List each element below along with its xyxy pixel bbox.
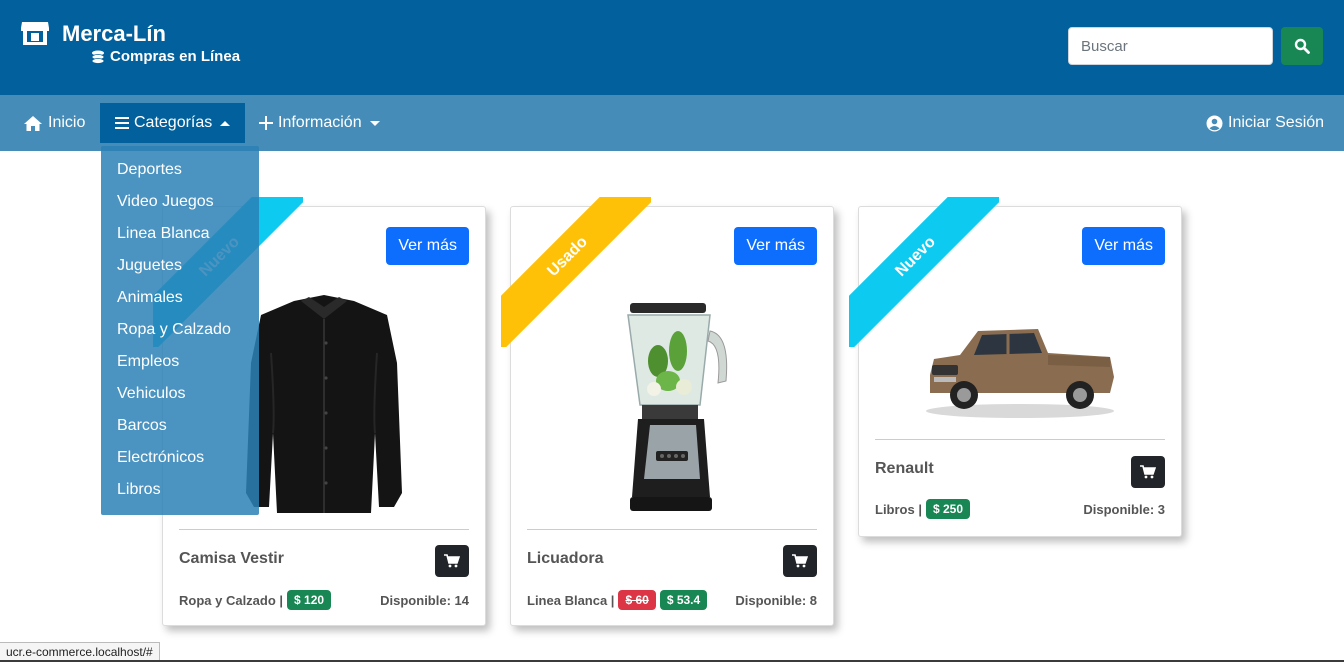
bars-icon xyxy=(115,117,129,129)
availability: Disponible: 3 xyxy=(1083,502,1165,517)
product-name: Licuadora xyxy=(527,550,604,567)
product-image[interactable] xyxy=(511,301,833,515)
nav-inicio[interactable]: Inicio xyxy=(23,103,85,143)
nav-inicio-label: Inicio xyxy=(48,114,86,131)
nav-login[interactable]: Iniciar Sesión xyxy=(1206,103,1324,143)
card-divider xyxy=(179,529,469,530)
store-icon xyxy=(21,22,49,45)
brand-title: Merca-Lín xyxy=(62,21,166,46)
search-icon xyxy=(1294,38,1310,54)
product-name: Renault xyxy=(875,460,934,477)
caret-up-icon xyxy=(220,120,231,126)
add-to-cart-button[interactable] xyxy=(783,545,817,577)
ver-mas-button[interactable]: Ver más xyxy=(734,227,817,265)
card-divider xyxy=(527,529,817,530)
dropdown-item-libros[interactable]: Libros xyxy=(101,474,259,506)
brand-logo[interactable]: Merca-Lín Compras en Línea xyxy=(20,20,240,65)
nav-login-label: Iniciar Sesión xyxy=(1228,114,1325,131)
price-badge: $ 53.4 xyxy=(659,590,708,610)
dropdown-item-barcos[interactable]: Barcos xyxy=(101,410,259,442)
nav-informacion-label: Información xyxy=(278,114,362,131)
price-badge: $ 250 xyxy=(925,499,971,519)
dropdown-item-linea-blanca[interactable]: Linea Blanca xyxy=(101,218,259,250)
ver-mas-button[interactable]: Ver más xyxy=(386,227,469,265)
product-meta: Ropa y Calzado | $ 120 xyxy=(179,590,332,610)
nav-categorias-label: Categorías xyxy=(134,114,213,131)
search-button[interactable] xyxy=(1281,27,1323,65)
cart-icon xyxy=(444,554,460,568)
nav-informacion[interactable]: Información xyxy=(259,103,380,143)
plus-icon xyxy=(259,116,273,130)
dropdown-item-animales[interactable]: Animales xyxy=(101,282,259,314)
card-divider xyxy=(875,439,1165,440)
caret-down-icon xyxy=(369,120,380,126)
shirt-image xyxy=(246,295,402,513)
dropdown-item-electronicos[interactable]: Electrónicos xyxy=(101,442,259,474)
product-category: Linea Blanca | xyxy=(527,592,615,608)
nav-categorias[interactable]: Categorías xyxy=(100,103,246,143)
home-icon xyxy=(24,115,42,131)
coins-icon xyxy=(91,50,105,64)
product-card: Nuevo Ver más Renault Libros | $ 250 Dis… xyxy=(849,197,1182,537)
dropdown-item-video-juegos[interactable]: Video Juegos xyxy=(101,186,259,218)
dropdown-item-juguetes[interactable]: Juguetes xyxy=(101,250,259,282)
truck-image xyxy=(926,329,1114,418)
dropdown-item-deportes[interactable]: Deportes xyxy=(101,154,259,186)
categories-dropdown: Deportes Video Juegos Linea Blanca Jugue… xyxy=(101,146,259,515)
brand-subtitle-text: Compras en Línea xyxy=(110,48,241,65)
search-input[interactable] xyxy=(1068,27,1273,65)
product-name: Camisa Vestir xyxy=(179,550,284,567)
old-price-badge: $ 60 xyxy=(618,590,656,610)
availability: Disponible: 14 xyxy=(380,593,469,608)
product-meta: Libros | $ 250 xyxy=(875,499,971,519)
product-category: Ropa y Calzado | xyxy=(179,592,284,608)
dropdown-item-ropa-y-calzado[interactable]: Ropa y Calzado xyxy=(101,314,259,346)
add-to-cart-button[interactable] xyxy=(1131,456,1165,488)
site-header: Merca-Lín Compras en Línea xyxy=(0,0,1344,95)
cart-icon xyxy=(792,554,808,568)
ver-mas-button[interactable]: Ver más xyxy=(1082,227,1165,265)
product-card: Usado Ver más Licuadora Linea Blanca | $… xyxy=(501,197,834,626)
main-navbar: Inicio Categorías Información Iniciar Se… xyxy=(0,95,1344,151)
cart-icon xyxy=(1140,465,1156,479)
product-meta: Linea Blanca | $ 60 $ 53.4 xyxy=(527,590,708,610)
product-image[interactable] xyxy=(859,315,1181,419)
availability: Disponible: 8 xyxy=(735,593,817,608)
browser-status-url: ucr.e-commerce.localhost/# xyxy=(0,642,160,662)
brand-subtitle: Compras en Línea xyxy=(90,48,240,65)
price-badge: $ 120 xyxy=(287,590,332,610)
dropdown-item-empleos[interactable]: Empleos xyxy=(101,346,259,378)
blender-image xyxy=(627,303,728,511)
dropdown-item-vehiculos[interactable]: Vehiculos xyxy=(101,378,259,410)
add-to-cart-button[interactable] xyxy=(435,545,469,577)
product-category: Libros | xyxy=(875,501,922,517)
user-circle-icon xyxy=(1206,115,1223,131)
